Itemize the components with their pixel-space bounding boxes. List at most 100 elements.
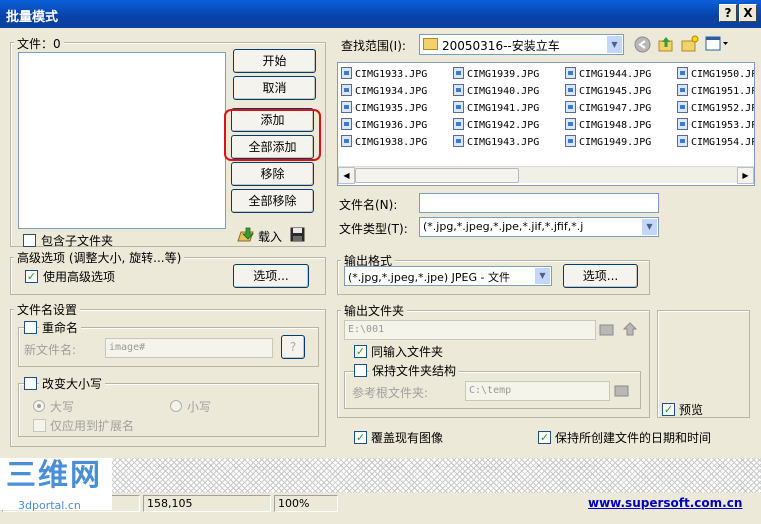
- save-icon[interactable]: [290, 227, 305, 242]
- uppercase-radio[interactable]: [33, 400, 45, 412]
- file-item[interactable]: CIMG1935.JPG: [341, 100, 427, 117]
- chevron-down-icon[interactable]: ▼: [606, 35, 623, 54]
- scroll-right-icon[interactable]: ▶: [737, 167, 754, 184]
- image-file-icon: [453, 67, 464, 79]
- scroll-left-icon[interactable]: ◀: [338, 167, 355, 184]
- ext-only-checkbox[interactable]: ✓: [33, 419, 46, 432]
- open-folder-icon[interactable]: [622, 321, 638, 337]
- load-label[interactable]: 载入: [258, 228, 282, 245]
- up-folder-icon[interactable]: [657, 35, 675, 53]
- files-legend: 文件：0: [14, 35, 64, 52]
- ref-root-input[interactable]: C:\temp: [465, 381, 610, 401]
- output-format-combo[interactable]: (*.jpg,*.jpeg,*.jpe) JPEG - 文件 ▼: [344, 266, 552, 286]
- rename-checkbox[interactable]: ✓: [24, 321, 37, 334]
- image-file-icon: [341, 118, 352, 130]
- use-advanced-label: 使用高级选项: [43, 270, 116, 284]
- status-coords: 158,105: [143, 495, 271, 512]
- filetype-combo[interactable]: (*.jpg,*.jpeg,*.jpe,*.jif,*.jfif,*.j ▼: [419, 217, 659, 237]
- filetype-value: (*.jpg,*.jpeg,*.jpe,*.jif,*.jfif,*.j: [423, 220, 584, 233]
- look-in-combo[interactable]: 20050316--安装立车 ▼: [419, 34, 624, 55]
- use-advanced-checkbox[interactable]: ✓: [25, 270, 38, 283]
- file-item[interactable]: CIMG1950.JPG: [677, 66, 754, 83]
- scroll-thumb[interactable]: [355, 168, 519, 183]
- file-name: CIMG1941.JPG: [467, 103, 540, 114]
- file-item[interactable]: CIMG1943.JPG: [453, 134, 539, 151]
- view-menu-icon[interactable]: [705, 36, 729, 52]
- file-item[interactable]: CIMG1953.JPG: [677, 117, 754, 134]
- change-case-checkbox[interactable]: ✓: [24, 377, 37, 390]
- image-file-icon: [677, 84, 688, 96]
- close-button[interactable]: X: [739, 4, 757, 22]
- browse-folder-icon[interactable]: [599, 321, 617, 337]
- file-name: CIMG1945.JPG: [579, 86, 652, 97]
- chevron-down-icon[interactable]: ▼: [534, 267, 551, 285]
- image-file-icon: [677, 135, 688, 147]
- preview-checkbox[interactable]: ✓: [662, 403, 675, 416]
- same-as-input-checkbox[interactable]: ✓: [354, 345, 367, 358]
- preview-label: 预览: [679, 403, 704, 417]
- file-item[interactable]: CIMG1949.JPG: [565, 134, 651, 151]
- filename-input[interactable]: [419, 193, 659, 213]
- remove-all-button[interactable]: 全部移除: [231, 189, 314, 213]
- include-subfolders-checkbox[interactable]: ✓: [23, 234, 36, 247]
- remove-button[interactable]: 移除: [231, 162, 314, 186]
- advanced-options-button[interactable]: 选项...: [233, 264, 309, 288]
- help-button[interactable]: ?: [719, 4, 737, 22]
- same-as-input-label: 同输入文件夹: [371, 345, 444, 359]
- file-name: CIMG1951.JPG: [691, 86, 754, 97]
- file-list-box[interactable]: [18, 52, 226, 229]
- file-item[interactable]: CIMG1936.JPG: [341, 117, 427, 134]
- file-item[interactable]: CIMG1948.JPG: [565, 117, 651, 134]
- change-case-label: 改变大小写: [39, 375, 106, 392]
- file-item[interactable]: CIMG1945.JPG: [565, 83, 651, 100]
- folder-icon: [423, 38, 438, 50]
- status-bar: 599×401×16M 158,105 100% www.supersoft.c…: [0, 493, 761, 514]
- window-title: 批量模式: [6, 10, 59, 25]
- file-item[interactable]: CIMG1944.JPG: [565, 66, 651, 83]
- file-item[interactable]: CIMG1947.JPG: [565, 100, 651, 117]
- cancel-button[interactable]: 取消: [233, 76, 316, 100]
- start-button[interactable]: 开始: [233, 49, 316, 73]
- file-item[interactable]: CIMG1954.JPG: [677, 134, 754, 151]
- lowercase-label: 小写: [187, 400, 212, 414]
- output-format-value: (*.jpg,*.jpeg,*.jpe) JPEG - 文件: [348, 271, 510, 284]
- look-in-label: 查找范围(I):: [341, 39, 406, 53]
- browse-root-icon[interactable]: [614, 382, 632, 398]
- rename-label: 重命名: [39, 319, 82, 336]
- file-item[interactable]: CIMG1940.JPG: [453, 83, 539, 100]
- chevron-down-icon[interactable]: ▼: [641, 218, 658, 236]
- output-path-input[interactable]: E:\001: [344, 320, 596, 340]
- rename-help-button[interactable]: ?: [281, 335, 305, 359]
- file-item[interactable]: CIMG1951.JPG: [677, 83, 754, 100]
- keep-dates-checkbox[interactable]: ✓: [538, 431, 551, 444]
- filename-settings-legend: 文件名设置: [14, 301, 81, 318]
- new-folder-icon[interactable]: [681, 35, 699, 53]
- new-name-label: 新文件名:: [24, 343, 77, 357]
- include-subfolders-label: 包含子文件夹: [41, 234, 114, 248]
- keep-structure-checkbox[interactable]: ✓: [354, 364, 367, 377]
- back-icon[interactable]: [634, 36, 651, 53]
- website-link[interactable]: www.supersoft.com.cn: [588, 496, 742, 510]
- overwrite-label: 覆盖现有图像: [371, 431, 444, 445]
- lowercase-radio[interactable]: [170, 400, 182, 412]
- keep-dates-label: 保持所创建文件的日期和时间: [555, 431, 712, 445]
- file-item[interactable]: CIMG1952.JPG: [677, 100, 754, 117]
- output-format-options-button[interactable]: 选项...: [563, 264, 638, 288]
- file-name: CIMG1940.JPG: [467, 86, 540, 97]
- image-file-icon: [565, 84, 576, 96]
- horizontal-scrollbar[interactable]: ◀ ▶: [338, 166, 754, 184]
- file-item[interactable]: CIMG1934.JPG: [341, 83, 427, 100]
- load-icon[interactable]: [236, 226, 256, 244]
- new-name-input[interactable]: image#: [105, 338, 273, 358]
- file-item[interactable]: CIMG1939.JPG: [453, 66, 539, 83]
- preview-strip: [0, 458, 761, 493]
- file-item[interactable]: CIMG1941.JPG: [453, 100, 539, 117]
- file-item[interactable]: CIMG1938.JPG: [341, 134, 427, 151]
- file-item[interactable]: CIMG1942.JPG: [453, 117, 539, 134]
- file-name: CIMG1947.JPG: [579, 103, 652, 114]
- file-name: CIMG1938.JPG: [355, 137, 428, 148]
- file-item[interactable]: CIMG1933.JPG: [341, 66, 427, 83]
- overwrite-checkbox[interactable]: ✓: [354, 431, 367, 444]
- output-folder-legend: 输出文件夹: [341, 302, 408, 319]
- look-in-value: 20050316--安装立车: [442, 39, 560, 53]
